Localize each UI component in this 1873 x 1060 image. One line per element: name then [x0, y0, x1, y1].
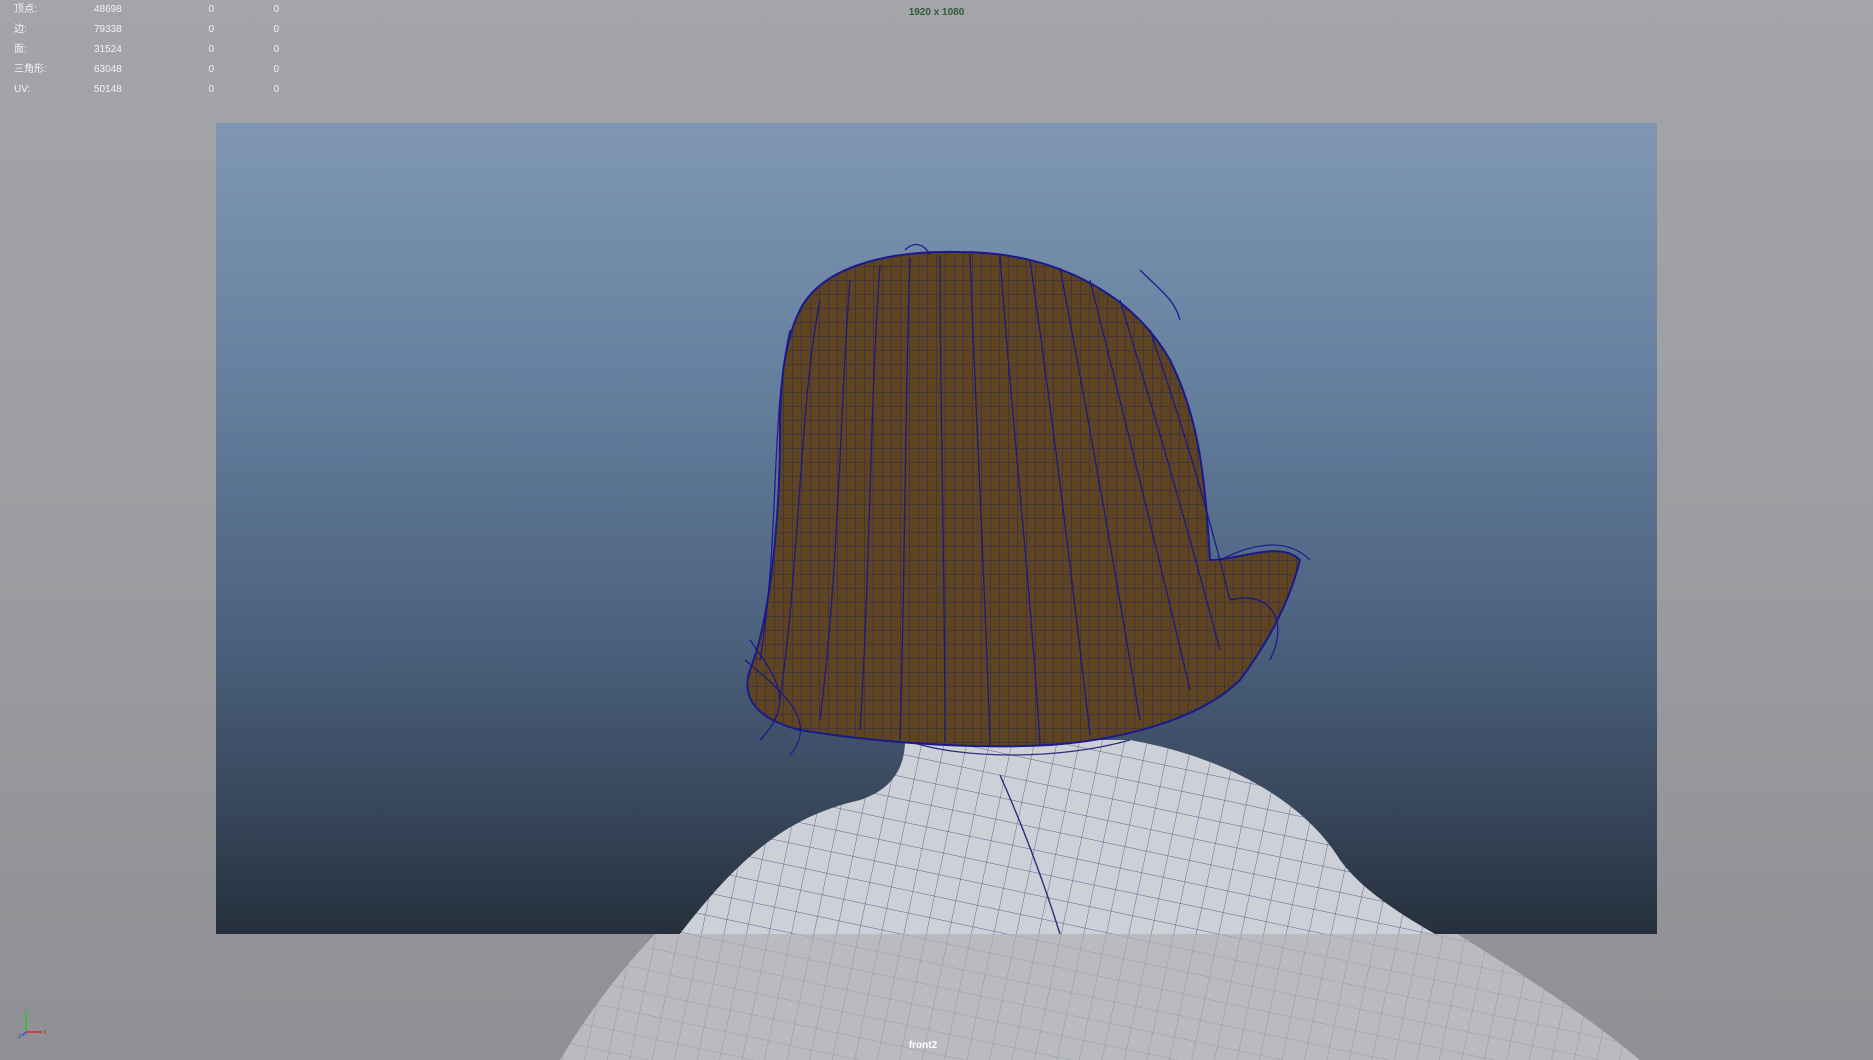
- hud-value: 79338: [94, 24, 122, 35]
- scene-render[interactable]: [0, 0, 1873, 1060]
- hud-label: 面:: [14, 44, 27, 55]
- hair-mesh: [744, 243, 1311, 756]
- hud-value: 31524: [94, 44, 122, 55]
- hud-value: 0: [273, 44, 279, 55]
- hud-value: 0: [273, 84, 279, 95]
- axis-gizmo-icon: y x z: [18, 1009, 47, 1038]
- hud-value: 50148: [94, 84, 122, 95]
- hud-value: 0: [208, 44, 214, 55]
- camera-name-label: front2: [908, 1040, 938, 1051]
- 3d-viewport[interactable]: 1920 x 1080 顶点: 48698 0 0 边: 79338 0 0 面…: [0, 0, 1873, 1060]
- hud-value: 63048: [94, 64, 122, 75]
- hud-row-uvs: UV: 50148 0 0: [14, 80, 279, 100]
- hud-label: 顶点:: [14, 4, 37, 15]
- hud-value: 0: [273, 24, 279, 35]
- hud-value: 0: [208, 64, 214, 75]
- hud-row-faces: 面: 31524 0 0: [14, 40, 279, 60]
- hud-label: 边:: [14, 24, 27, 35]
- hud-value: 48698: [94, 4, 122, 15]
- axis-x-label: x: [43, 1029, 47, 1036]
- hud-value: 0: [273, 4, 279, 15]
- poly-count-hud: 顶点: 48698 0 0 边: 79338 0 0 面: 31524 0 0 …: [14, 0, 279, 100]
- hud-label: UV:: [14, 84, 31, 95]
- hud-label: 三角形:: [14, 64, 47, 75]
- hud-row-triangles: 三角形: 63048 0 0: [14, 60, 279, 80]
- axis-y-label: y: [24, 1009, 28, 1016]
- hud-value: 0: [273, 64, 279, 75]
- axis-z-label: z: [18, 1033, 22, 1038]
- hud-value: 0: [208, 4, 214, 15]
- hud-value: 0: [208, 84, 214, 95]
- hud-value: 0: [208, 24, 214, 35]
- hud-row-vertices: 顶点: 48698 0 0: [14, 0, 279, 20]
- hud-row-edges: 边: 79338 0 0: [14, 20, 279, 40]
